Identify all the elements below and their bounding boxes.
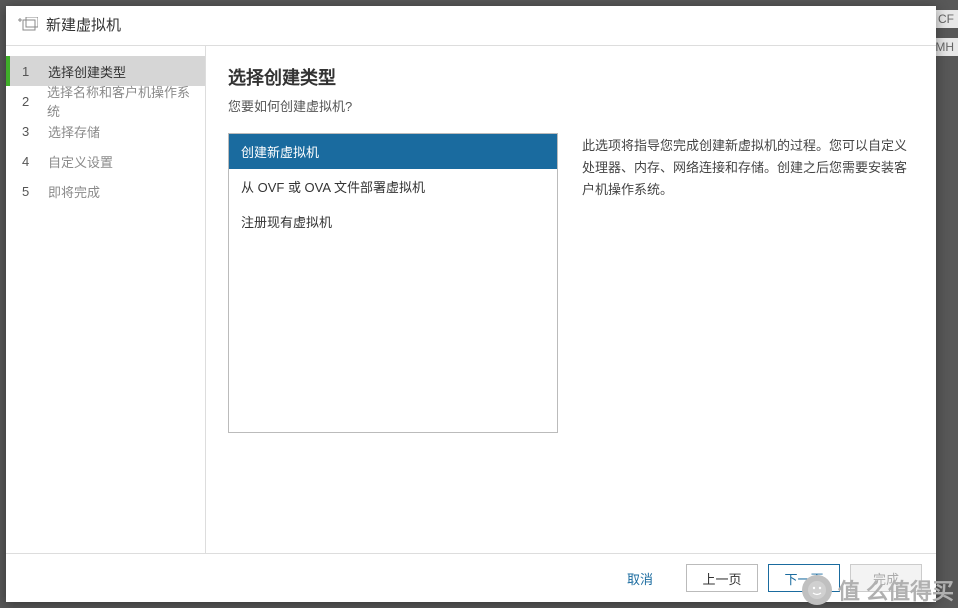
wizard-step-ready-complete: 5 即将完成 bbox=[6, 176, 205, 206]
option-deploy-from-ovf-ova[interactable]: 从 OVF 或 OVA 文件部署虚拟机 bbox=[229, 169, 557, 204]
cancel-button[interactable]: 取消 bbox=[604, 564, 676, 592]
finish-button: 完成 bbox=[850, 564, 922, 592]
step-number: 5 bbox=[22, 184, 38, 199]
dialog-header: 新建虚拟机 bbox=[6, 6, 936, 46]
content-subtitle: 您要如何创建虚拟机? bbox=[228, 96, 914, 115]
content-row: 创建新虚拟机 从 OVF 或 OVA 文件部署虚拟机 注册现有虚拟机 此选项将指… bbox=[228, 133, 914, 543]
option-register-existing-vm[interactable]: 注册现有虚拟机 bbox=[229, 204, 557, 239]
step-label: 即将完成 bbox=[48, 182, 100, 201]
step-number: 4 bbox=[22, 154, 38, 169]
wizard-step-select-storage: 3 选择存储 bbox=[6, 116, 205, 146]
creation-type-list: 创建新虚拟机 从 OVF 或 OVA 文件部署虚拟机 注册现有虚拟机 bbox=[228, 133, 558, 433]
step-label: 选择存储 bbox=[48, 122, 100, 141]
step-label: 自定义设置 bbox=[48, 152, 113, 171]
back-button[interactable]: 上一页 bbox=[686, 564, 758, 592]
new-vm-dialog: 新建虚拟机 1 选择创建类型 2 选择名称和客户机操作系统 3 选择存储 4 自… bbox=[6, 6, 936, 602]
step-number: 1 bbox=[22, 64, 38, 79]
wizard-step-select-name-os: 2 选择名称和客户机操作系统 bbox=[6, 86, 205, 116]
wizard-steps-nav: 1 选择创建类型 2 选择名称和客户机操作系统 3 选择存储 4 自定义设置 5… bbox=[6, 46, 206, 553]
option-description: 此选项将指导您完成创建新虚拟机的过程。您可以自定义处理器、内存、网络连接和存储。… bbox=[582, 133, 914, 543]
step-number: 2 bbox=[22, 94, 37, 109]
content-title: 选择创建类型 bbox=[228, 64, 914, 90]
dialog-body: 1 选择创建类型 2 选择名称和客户机操作系统 3 选择存储 4 自定义设置 5… bbox=[6, 46, 936, 553]
content-pane: 选择创建类型 您要如何创建虚拟机? 创建新虚拟机 从 OVF 或 OVA 文件部… bbox=[206, 46, 936, 553]
wizard-step-customize-settings: 4 自定义设置 bbox=[6, 146, 205, 176]
next-button[interactable]: 下一页 bbox=[768, 564, 840, 592]
bg-text-1: CF bbox=[934, 10, 958, 28]
new-vm-icon bbox=[18, 16, 38, 34]
step-label: 选择创建类型 bbox=[48, 62, 126, 81]
dialog-title: 新建虚拟机 bbox=[46, 14, 121, 35]
option-create-new-vm[interactable]: 创建新虚拟机 bbox=[229, 134, 557, 169]
step-number: 3 bbox=[22, 124, 38, 139]
dialog-footer: 取消 上一页 下一页 完成 bbox=[6, 553, 936, 602]
step-label: 选择名称和客户机操作系统 bbox=[47, 82, 193, 120]
